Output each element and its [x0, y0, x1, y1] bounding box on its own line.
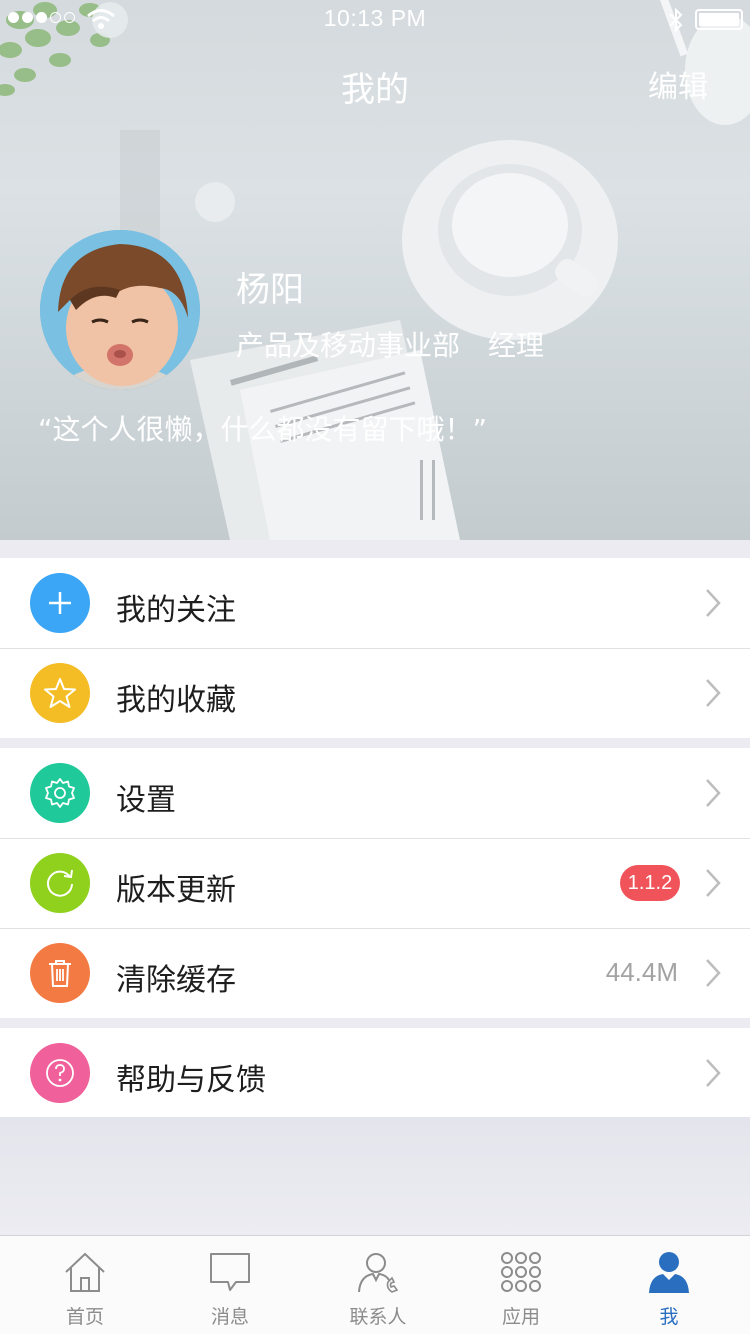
menu-item-label: 我的收藏: [116, 683, 236, 718]
tab-label: 联系人: [349, 1306, 407, 1328]
user-department-line: 产品及移动事业部 经理: [236, 324, 544, 364]
chevron-right-icon: [706, 779, 721, 807]
apps-icon: [501, 1252, 541, 1292]
chevron-right-icon: [706, 959, 721, 987]
question-icon: [30, 1043, 90, 1103]
menu-item-label: 设置: [116, 783, 176, 818]
version-badge: 1.1.2: [620, 865, 680, 901]
menu-item-my-follows[interactable]: 我的关注: [0, 558, 750, 648]
menu-item-label: 版本更新: [116, 873, 236, 908]
tab-bar: 首页 消息 联系人 应用 我: [0, 1235, 750, 1334]
menu-item-clear-cache[interactable]: 清除缓存 44.4M: [0, 928, 750, 1018]
user-name: 杨阳: [236, 270, 304, 310]
menu-item-version-update[interactable]: 版本更新 1.1.2: [0, 838, 750, 928]
tab-label: 我: [659, 1306, 679, 1328]
tab-contacts[interactable]: 联系人: [303, 1236, 453, 1334]
trash-icon: [30, 943, 90, 1003]
tab-label: 首页: [65, 1306, 104, 1328]
refresh-icon: [30, 853, 90, 913]
menu-item-my-favorites[interactable]: 我的收藏: [0, 648, 750, 738]
menu-item-label: 我的关注: [116, 593, 236, 628]
status-bar: 10:13 PM: [0, 0, 750, 40]
menu-group-3: 帮助与反馈: [0, 1028, 750, 1118]
menu-item-label: 清除缓存: [116, 963, 236, 998]
battery-icon: [695, 9, 743, 30]
user-department: 产品及移动事业部: [236, 329, 461, 362]
user-signature: “这个人很懒，什么都没有留下哦！”: [38, 413, 488, 446]
bluetooth-icon: [669, 8, 683, 32]
chevron-right-icon: [706, 679, 721, 707]
page-title: 我的: [341, 70, 409, 110]
empty-area: [0, 1117, 750, 1235]
avatar[interactable]: [40, 230, 200, 390]
tab-label: 消息: [210, 1306, 249, 1328]
tab-home[interactable]: 首页: [10, 1236, 160, 1334]
star-icon: [30, 663, 90, 723]
user-icon: [649, 1252, 689, 1293]
chevron-right-icon: [706, 1059, 721, 1087]
edit-button[interactable]: 编辑: [648, 62, 708, 106]
status-time: 10:13 PM: [323, 5, 427, 31]
gear-icon: [30, 763, 90, 823]
contacts-icon: [358, 1253, 399, 1293]
tab-me[interactable]: 我: [594, 1236, 744, 1334]
menu-item-label: 帮助与反馈: [116, 1063, 266, 1098]
menu-item-help-feedback[interactable]: 帮助与反馈: [0, 1028, 750, 1118]
cache-size: 44.4M: [605, 957, 678, 987]
message-icon: [210, 1253, 250, 1291]
chevron-right-icon: [706, 589, 721, 617]
avatar-image: [40, 230, 200, 390]
user-position: 经理: [488, 329, 545, 362]
menu-group-2: 设置 版本更新 1.1.2 清除缓存 44.4M: [0, 748, 750, 1018]
coffee-cup-decoration-icon: [402, 140, 618, 340]
tab-label: 应用: [501, 1306, 540, 1328]
menu-item-settings[interactable]: 设置: [0, 748, 750, 838]
home-icon: [65, 1252, 105, 1292]
tab-apps[interactable]: 应用: [446, 1236, 596, 1334]
chevron-right-icon: [706, 869, 721, 897]
menu-group-1: 我的关注 我的收藏: [0, 558, 750, 738]
profile-header: 10:13 PM 我的 编辑 杨阳 产品及移动事业部 经理 “这个人很懒，什么都没…: [0, 0, 750, 540]
plus-icon: [30, 573, 90, 633]
tab-messages[interactable]: 消息: [155, 1236, 305, 1334]
